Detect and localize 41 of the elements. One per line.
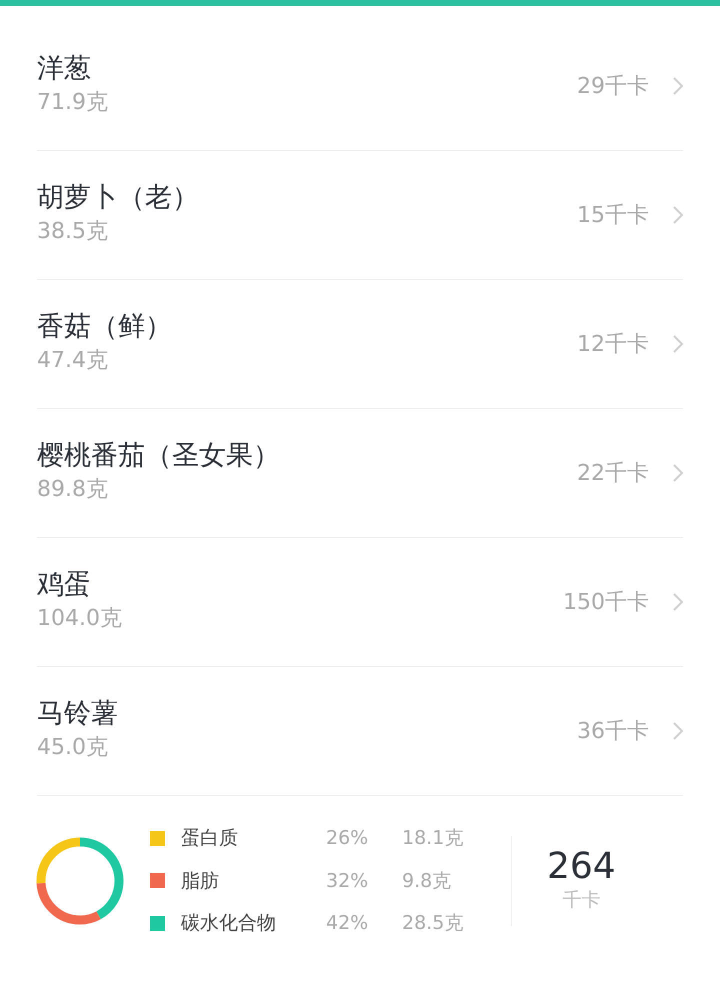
calorie-unit: 千卡	[562, 888, 600, 914]
food-row[interactable]: 洋葱 71.9克 29千卡	[37, 22, 683, 151]
nutrient-name: 脂肪	[181, 868, 220, 894]
food-calories: 15千卡	[577, 202, 649, 230]
food-calories: 150千卡	[563, 588, 649, 616]
nutrient-percent: 32%	[326, 868, 370, 894]
chevron-icon	[673, 464, 683, 482]
food-calories: 12千卡	[577, 330, 649, 358]
food-weight: 71.9克	[37, 88, 108, 117]
chevron-icon	[673, 722, 683, 740]
food-name: 鸡蛋	[37, 569, 92, 602]
nutrient-percent: 26%	[326, 826, 370, 851]
nutrient-weight: 9.8克	[402, 868, 452, 894]
food-row[interactable]: 胡萝卜（老） 38.5克 15千卡	[37, 151, 683, 280]
chevron-icon	[673, 593, 683, 611]
chevron-icon	[673, 335, 683, 353]
food-calories: 29千卡	[577, 72, 649, 100]
food-row[interactable]: 香菇（鲜） 47.4克 12千卡	[37, 280, 683, 409]
nutrient-name: 碳水化合物	[181, 911, 277, 936]
nutrient-weight: 18.1克	[402, 826, 464, 851]
nutrient-weight: 28.5克	[402, 911, 464, 936]
food-name: 香菇（鲜）	[37, 311, 172, 344]
total-calories: 264	[546, 846, 616, 886]
food-row[interactable]: 樱桃番茄（圣女果） 89.8克 22千卡	[37, 409, 683, 538]
nutrient-name: 蛋白质	[181, 826, 239, 851]
food-name: 胡萝卜（老）	[37, 182, 199, 215]
food-weight: 38.5克	[37, 218, 109, 246]
food-name: 洋葱	[37, 53, 92, 86]
food-name: 马铃薯	[37, 698, 118, 731]
food-calories: 36千卡	[577, 718, 649, 746]
food-weight: 47.4克	[37, 346, 109, 375]
nutrient-percent: 42%	[326, 911, 370, 936]
chevron-icon	[673, 206, 683, 224]
food-calories: 22千卡	[577, 460, 649, 488]
food-row[interactable]: 鸡蛋 104.0克 150千卡	[37, 538, 683, 667]
food-weight: 45.0克	[37, 734, 109, 762]
food-weight: 104.0克	[37, 604, 122, 633]
food-weight: 89.8克	[37, 476, 109, 504]
chevron-icon	[673, 77, 683, 95]
food-name: 樱桃番茄（圣女果）	[37, 440, 280, 473]
food-row[interactable]: 马铃薯 45.0克 36千卡	[37, 667, 683, 796]
